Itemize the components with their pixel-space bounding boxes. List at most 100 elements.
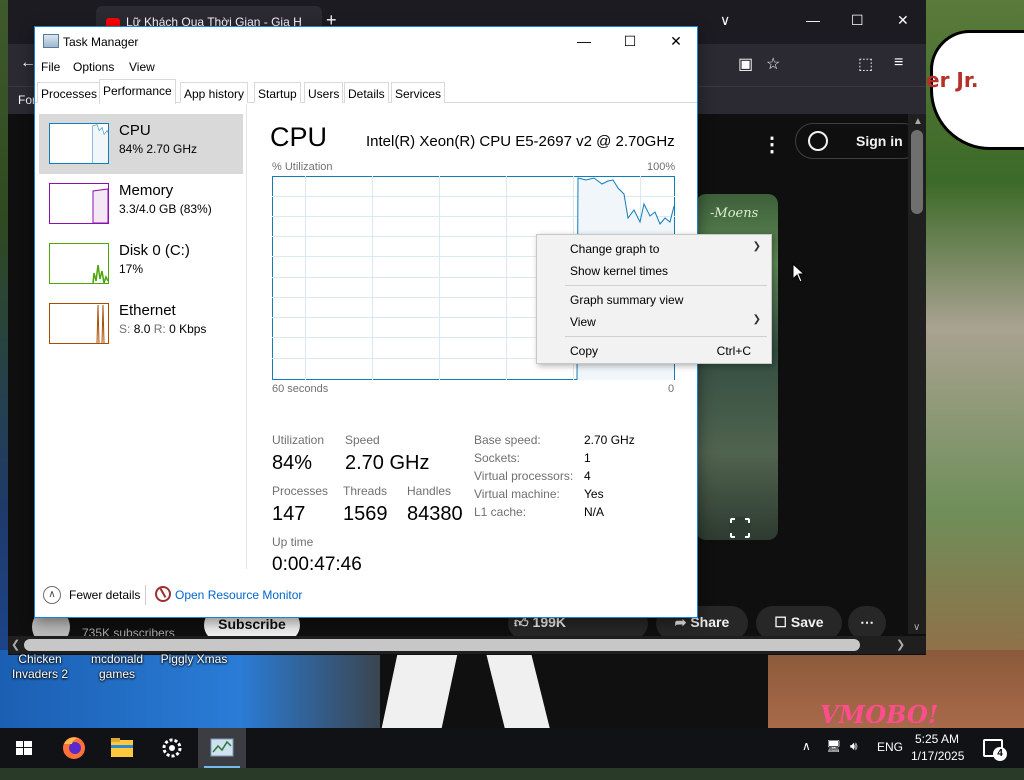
task-manager-icon bbox=[210, 738, 234, 757]
gear-icon bbox=[162, 738, 182, 758]
copy-shortcut: Ctrl+C bbox=[716, 344, 751, 358]
desktop-icon-piggly-xmas[interactable]: Piggly Xmas bbox=[154, 652, 234, 667]
sign-in-button[interactable]: Sign in bbox=[795, 123, 921, 159]
save-button[interactable]: ☐ Save bbox=[756, 606, 842, 640]
resource-cpu[interactable]: CPU 84% 2.70 GHz bbox=[39, 114, 243, 174]
taskbar-firefox[interactable] bbox=[50, 728, 98, 768]
show-hidden-icons[interactable]: ∧ bbox=[802, 739, 811, 779]
maximize-icon[interactable]: ☐ bbox=[607, 27, 653, 57]
resource-disk[interactable]: Disk 0 (C:) 17% bbox=[39, 234, 243, 294]
uptime-value: 0:00:47:46 bbox=[272, 554, 362, 575]
resource-memory-sub: 3.3/4.0 GB (83%) bbox=[119, 202, 212, 216]
list-all-tabs-icon[interactable]: ∨ bbox=[720, 12, 730, 29]
resource-memory-name: Memory bbox=[119, 182, 174, 199]
resource-disk-name: Disk 0 (C:) bbox=[119, 242, 190, 259]
submenu-arrow-icon: ❯ bbox=[752, 314, 761, 325]
taskbar-settings[interactable] bbox=[148, 728, 196, 768]
tab-processes[interactable]: Processes bbox=[37, 82, 102, 103]
app-menu-icon[interactable]: ≡ bbox=[894, 54, 903, 72]
utilization-label: Utilization bbox=[272, 433, 325, 447]
virtual-machine-label: Virtual machine: bbox=[474, 487, 560, 501]
browser-maximize-icon[interactable]: ☐ bbox=[851, 12, 864, 29]
video-overlay-text: -Moens bbox=[710, 206, 759, 221]
picture-in-picture-icon[interactable]: ▣ bbox=[738, 54, 753, 74]
threads-value: 1569 bbox=[343, 503, 388, 525]
tab-services[interactable]: Services bbox=[391, 82, 446, 103]
window-title: Task Manager bbox=[63, 35, 139, 49]
tab-users[interactable]: Users bbox=[304, 82, 344, 103]
scroll-up-icon[interactable]: ▲ bbox=[913, 116, 923, 127]
sign-in-label: Sign in bbox=[856, 133, 903, 149]
footer-divider bbox=[145, 585, 146, 605]
open-resource-monitor-link[interactable]: Open Resource Monitor bbox=[175, 588, 302, 602]
menu-file[interactable]: File bbox=[41, 60, 60, 74]
l1-cache-value: N/A bbox=[584, 505, 605, 519]
cpu-mini-graph bbox=[49, 123, 109, 164]
uptime-label: Up time bbox=[272, 535, 314, 549]
scrollbar-thumb[interactable] bbox=[911, 130, 923, 214]
menu-item-show-kernel-times[interactable]: Show kernel times bbox=[537, 259, 771, 281]
more-actions-button[interactable]: ⋯ bbox=[848, 606, 886, 640]
minimize-icon[interactable]: — bbox=[561, 27, 607, 57]
virtual-machine-value: Yes bbox=[584, 487, 604, 501]
menu-item-view[interactable]: View ❯ bbox=[537, 310, 771, 332]
resource-memory[interactable]: Memory 3.3/4.0 GB (83%) bbox=[39, 174, 243, 234]
volume-icon[interactable]: 🔊︎ bbox=[850, 739, 858, 779]
menu-options[interactable]: Options bbox=[73, 60, 114, 74]
browser-close-icon[interactable]: ✕ bbox=[897, 12, 909, 29]
virtual-processors-label: Virtual processors: bbox=[474, 469, 574, 483]
taskbar: ∧ 🖥︎ 🔊︎ ENG 5:25 AM 1/17/2025 4 bbox=[0, 728, 1024, 768]
graph-zero-label: 0 bbox=[668, 383, 675, 395]
network-icon[interactable]: 🖥︎ bbox=[826, 739, 841, 779]
horizontal-scrollbar-thumb[interactable] bbox=[24, 639, 860, 651]
l1-cache-label: L1 cache: bbox=[474, 505, 527, 519]
fullscreen-icon[interactable] bbox=[729, 517, 751, 539]
menu-item-change-graph-to[interactable]: Change graph to ❯ bbox=[537, 237, 771, 259]
start-button[interactable] bbox=[0, 728, 48, 768]
desktop-icon-mcdonald-games[interactable]: mcdonald games bbox=[77, 652, 157, 682]
tab-app-history[interactable]: App history bbox=[180, 82, 249, 103]
save-icon: ☐ bbox=[774, 614, 787, 630]
taskbar-task-manager[interactable] bbox=[198, 728, 246, 768]
tab-details[interactable]: Details bbox=[344, 82, 389, 103]
handles-value: 84380 bbox=[407, 503, 463, 525]
processes-value: 147 bbox=[272, 503, 306, 525]
clock-date[interactable]: 1/17/2025 bbox=[911, 749, 964, 763]
graph-context-menu: Change graph to ❯ Show kernel times Graph… bbox=[536, 234, 772, 364]
chevron-up-icon[interactable]: ∧ bbox=[43, 586, 61, 604]
menu-view[interactable]: View bbox=[129, 60, 155, 74]
tab-startup[interactable]: Startup bbox=[254, 82, 301, 103]
scroll-left-icon[interactable]: ❮ bbox=[11, 638, 20, 651]
wallpaper-watermark: VMOBO! bbox=[820, 700, 939, 728]
page-vertical-scrollbar[interactable]: ▲ ∨ bbox=[908, 114, 926, 634]
threads-label: Threads bbox=[343, 484, 388, 498]
task-manager-titlebar[interactable]: Task Manager — ☐ ✕ bbox=[35, 27, 697, 57]
scroll-right-icon[interactable]: ❯ bbox=[896, 638, 905, 651]
account-icon bbox=[808, 131, 828, 151]
browser-minimize-icon[interactable]: — bbox=[806, 12, 820, 28]
menu-bar: File Options View bbox=[35, 57, 697, 79]
processes-label: Processes bbox=[272, 484, 329, 498]
menu-separator bbox=[565, 336, 767, 337]
bookmark-star-icon[interactable]: ☆ bbox=[766, 54, 780, 74]
menu-item-copy[interactable]: Copy Ctrl+C bbox=[537, 339, 771, 361]
taskbar-file-explorer[interactable] bbox=[98, 728, 146, 768]
submenu-arrow-icon: ❯ bbox=[752, 241, 761, 252]
task-manager-app-icon bbox=[43, 34, 59, 48]
desktop-icon-chicken-invaders[interactable]: Chicken Invaders 2 bbox=[0, 652, 80, 682]
more-options-icon[interactable]: ⋮ bbox=[762, 132, 782, 157]
graph-time-label: 60 seconds bbox=[272, 383, 329, 395]
speed-label: Speed bbox=[345, 433, 380, 447]
menu-separator bbox=[565, 285, 767, 286]
tab-performance[interactable]: Performance bbox=[99, 79, 176, 104]
scroll-down-icon[interactable]: ∨ bbox=[913, 622, 920, 633]
close-icon[interactable]: ✕ bbox=[653, 27, 699, 57]
language-indicator[interactable]: ENG bbox=[877, 740, 903, 780]
extensions-icon[interactable]: ⬚ bbox=[858, 54, 873, 74]
windows-logo-icon bbox=[16, 741, 32, 755]
fewer-details-link[interactable]: Fewer details bbox=[69, 588, 140, 602]
clock-time[interactable]: 5:25 AM bbox=[915, 732, 959, 746]
resource-ethernet[interactable]: Ethernet S: 8.0 R: 0 Kbps bbox=[39, 294, 243, 354]
folder-icon bbox=[111, 738, 133, 757]
menu-item-graph-summary-view[interactable]: Graph summary view bbox=[537, 288, 771, 310]
